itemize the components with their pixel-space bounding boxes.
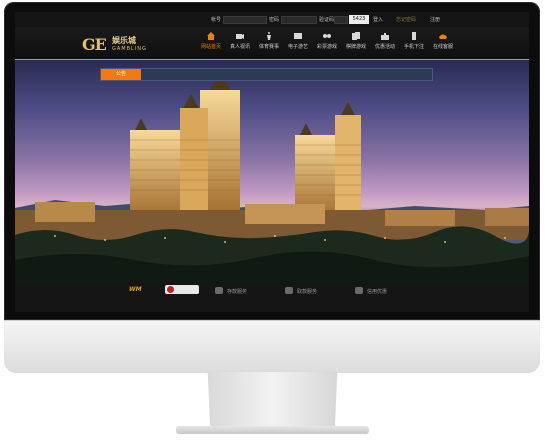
cards-icon	[352, 32, 360, 40]
hotel-photo	[15, 70, 529, 282]
monitor-frame: 帐号 密码 验证码 5423 登入 忘记密码 注册 GE 娱乐城 GAMBLIN…	[0, 0, 545, 440]
register-link[interactable]: 注册	[430, 16, 440, 23]
hero-banner: 公告	[15, 60, 529, 282]
deposit-icon	[215, 287, 223, 294]
partner-logo-wm[interactable]: WM	[129, 286, 151, 294]
code-label: 验证码	[319, 17, 335, 23]
sports-icon	[267, 32, 271, 40]
nav-item-label: 电子游艺	[287, 44, 308, 50]
account-input[interactable]	[223, 16, 267, 24]
logo-name-cn: 娱乐城	[112, 36, 136, 45]
lock-icon	[355, 287, 363, 294]
nav-item-5[interactable]: 棋牌游戏	[340, 31, 372, 57]
main-nav: GE 娱乐城 GAMBLING 网站首页 真人视讯 体育赛事 电子游艺 彩票游戏 棋牌游戏…	[15, 27, 529, 60]
site-logo[interactable]: GE 娱乐城 GAMBLING	[82, 35, 154, 57]
notice-bar: 公告	[100, 68, 433, 81]
lottery-icon	[323, 34, 331, 38]
nav-item-label: 优惠活动	[374, 44, 395, 50]
nav-item-label: 网站首页	[200, 44, 221, 50]
service-deposit[interactable]: 存款服务	[227, 288, 247, 295]
nav-item-label: 真人视讯	[229, 44, 250, 50]
service-withdraw[interactable]: 取款服务	[297, 288, 317, 295]
logo-mark: GE	[82, 35, 107, 54]
notice-tag: 公告	[101, 69, 141, 80]
nav-item-0[interactable]: 网站首页	[195, 31, 227, 57]
monitor-stand-foot	[176, 426, 369, 434]
captcha-image[interactable]: 5423	[349, 15, 369, 24]
password-input[interactable]	[281, 16, 317, 24]
gift-icon	[381, 33, 389, 40]
nav-item-label: 手机下注	[403, 44, 424, 50]
nav-item-label: 在线客服	[432, 44, 453, 50]
nav-item-3[interactable]: 电子游艺	[282, 31, 314, 57]
withdraw-icon	[285, 287, 293, 294]
password-label: 密码	[269, 17, 280, 23]
nav-item-6[interactable]: 优惠活动	[369, 31, 401, 57]
nav-item-label: 彩票游戏	[316, 44, 337, 50]
video-icon	[236, 34, 244, 39]
code-input[interactable]	[334, 16, 348, 24]
login-button[interactable]: 登入	[373, 16, 383, 23]
monitor-chin	[4, 320, 540, 373]
slot-icon	[294, 33, 302, 39]
nav-item-label: 体育赛事	[258, 44, 279, 50]
phone-icon	[439, 34, 447, 39]
nav-item-7[interactable]: 手机下注	[398, 31, 430, 57]
nav-item-8[interactable]: 在线客服	[427, 31, 459, 57]
screen: 帐号 密码 验证码 5423 登入 忘记密码 注册 GE 娱乐城 GAMBLIN…	[15, 12, 529, 312]
account-label: 帐号	[211, 17, 222, 23]
forgot-password-link[interactable]: 忘记密码	[396, 16, 416, 23]
service-credit[interactable]: 信用优惠	[367, 288, 387, 295]
nav-item-4[interactable]: 彩票游戏	[311, 31, 343, 57]
partner-logo-badge[interactable]	[165, 285, 199, 294]
monitor-stand-neck	[207, 372, 338, 434]
footer-strip: WM 存款服务 取款服务 信用优惠	[15, 282, 529, 312]
nav-item-2[interactable]: 体育赛事	[253, 31, 285, 57]
logo-name-en: GAMBLING	[112, 46, 147, 52]
nav-item-label: 棋牌游戏	[345, 44, 366, 50]
home-icon	[207, 32, 215, 40]
mobile-icon	[412, 32, 416, 40]
login-bar: 帐号 密码 验证码 5423 登入 忘记密码 注册	[15, 12, 529, 27]
nav-item-1[interactable]: 真人视讯	[224, 31, 256, 57]
